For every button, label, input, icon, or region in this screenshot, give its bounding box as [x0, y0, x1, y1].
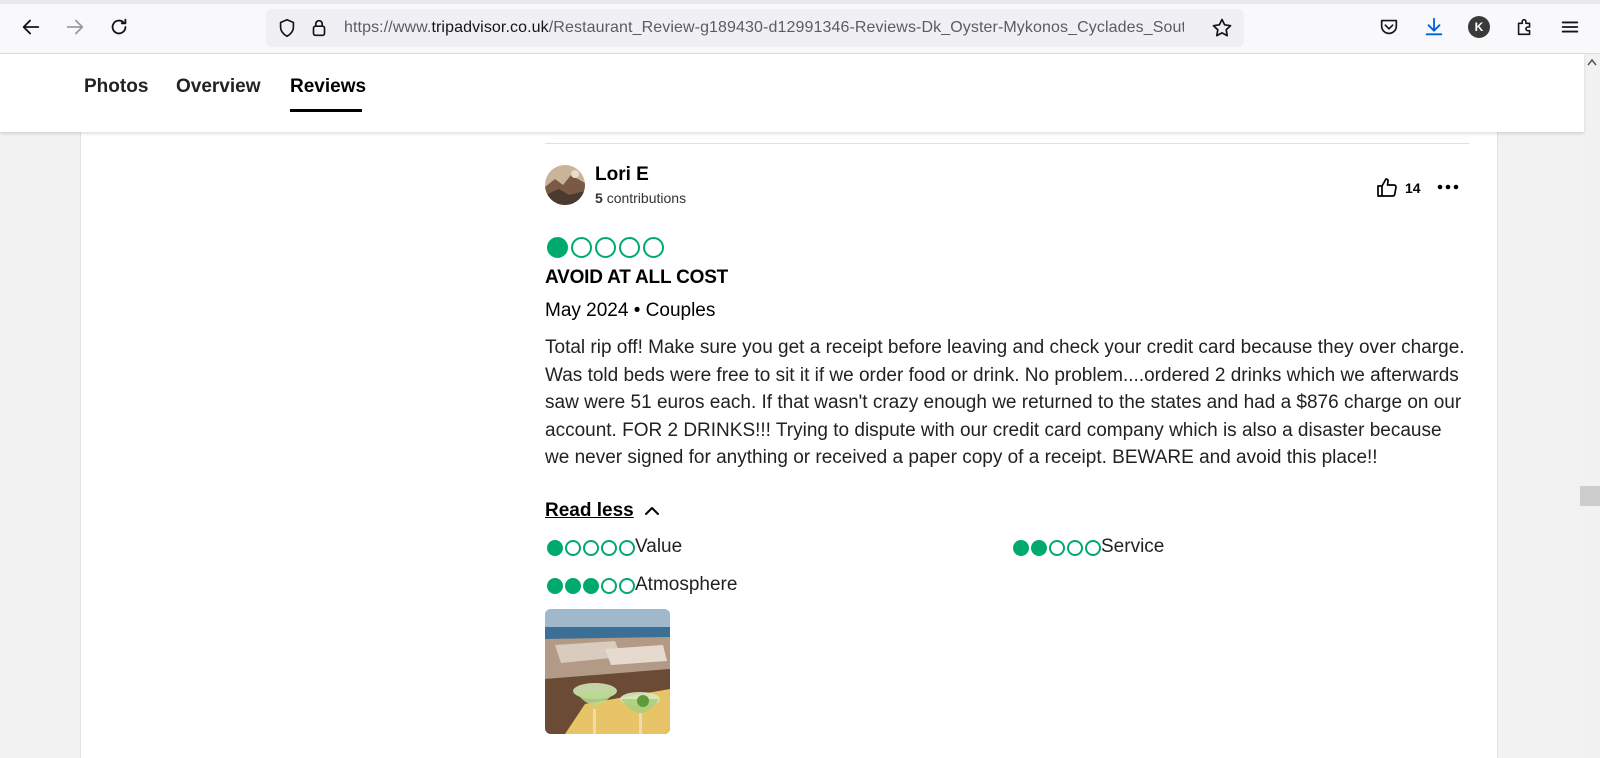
url-host: tripadvisor.co.uk — [431, 19, 549, 36]
service-rating-bubbles — [1013, 540, 1101, 556]
reload-icon — [111, 18, 127, 35]
contributions-number: 5 — [595, 190, 603, 206]
read-less-button[interactable]: Read less — [545, 500, 662, 522]
empty-rating-bubble — [601, 540, 617, 556]
pocket-icon — [1380, 19, 1398, 35]
empty-rating-bubble — [595, 237, 616, 258]
browser-toolbar: https://www.tripadvisor.co.uk/Restaurant… — [0, 0, 1600, 54]
tab-photos[interactable]: Photos — [84, 76, 148, 98]
filled-rating-bubble — [583, 578, 599, 594]
downloads-button[interactable] — [1421, 14, 1447, 40]
url-prefix: https://www. — [344, 19, 432, 36]
thumbs-up-icon — [1377, 178, 1397, 197]
contributions-label: contributions — [606, 190, 687, 206]
puzzle-piece-icon — [1517, 18, 1531, 36]
bookmark-star-icon[interactable] — [1210, 16, 1234, 40]
empty-rating-bubble — [1067, 540, 1083, 556]
empty-rating-bubble — [619, 540, 635, 556]
reviewer-avatar[interactable] — [545, 165, 585, 205]
contributions-count: 5 contributions — [595, 190, 686, 206]
ellipsis-icon — [1437, 184, 1459, 190]
filled-rating-bubble — [1031, 540, 1047, 556]
value-rating-bubbles — [547, 540, 635, 556]
overall-rating-bubbles — [547, 237, 664, 258]
forward-arrow-icon — [66, 19, 84, 35]
empty-rating-bubble — [565, 540, 581, 556]
read-less-label: Read less — [545, 500, 634, 521]
url-text[interactable]: https://www.tripadvisor.co.uk/Restaurant… — [344, 19, 1184, 37]
reload-button[interactable] — [104, 12, 134, 42]
filled-rating-bubble — [547, 578, 563, 594]
back-button[interactable] — [16, 12, 46, 42]
chevron-up-icon — [644, 507, 659, 515]
empty-rating-bubble — [571, 237, 592, 258]
scrollbar-thumb[interactable] — [1580, 486, 1600, 506]
cocktail-photo — [545, 609, 670, 734]
service-rating-label: Service — [1101, 536, 1165, 557]
empty-rating-bubble — [601, 578, 617, 594]
review-photo-thumbnail[interactable] — [545, 609, 670, 734]
forward-button[interactable] — [60, 12, 90, 42]
active-tab-underline — [290, 109, 362, 112]
value-rating-label: Value — [635, 536, 683, 557]
helpful-count: 14 — [1405, 180, 1421, 196]
filled-rating-bubble — [547, 237, 568, 258]
url-path: /Restaurant_Review-g189430-d12991346-Rev… — [548, 19, 1184, 36]
empty-rating-bubble — [619, 578, 635, 594]
trip-date-and-type: May 2024 • Couples — [545, 300, 716, 321]
tab-strip — [0, 0, 1600, 4]
empty-rating-bubble — [583, 540, 599, 556]
extensions-button[interactable] — [1512, 14, 1538, 40]
address-bar[interactable]: https://www.tripadvisor.co.uk/Restaurant… — [266, 9, 1244, 47]
tracking-protection-shield-icon[interactable] — [276, 17, 298, 39]
atmosphere-rating-label: Atmosphere — [635, 574, 738, 595]
back-arrow-icon — [22, 19, 40, 35]
scroll-up-arrow-icon[interactable] — [1587, 58, 1597, 66]
review-title: AVOID AT ALL COST — [545, 267, 729, 288]
empty-rating-bubble — [619, 237, 640, 258]
empty-rating-bubble — [1049, 540, 1065, 556]
atmosphere-rating-bubbles — [547, 578, 635, 594]
review-body: Total rip off! Make sure you get a recei… — [545, 337, 1465, 468]
pocket-button[interactable] — [1376, 14, 1402, 40]
filled-rating-bubble — [565, 578, 581, 594]
hamburger-menu-icon — [1561, 21, 1579, 33]
filled-rating-bubble — [1013, 540, 1029, 556]
sticky-tab-nav: Photos Overview Reviews — [0, 54, 1584, 132]
profile-avatar: K — [1468, 16, 1490, 38]
review-divider — [545, 143, 1469, 144]
filled-rating-bubble — [547, 540, 563, 556]
account-button[interactable]: K — [1466, 14, 1492, 40]
empty-rating-bubble — [1085, 540, 1101, 556]
page-scrollbar[interactable] — [1584, 54, 1600, 758]
download-icon — [1425, 17, 1443, 36]
helpful-vote-button[interactable]: 14 — [1375, 176, 1421, 200]
reviewer-avatar-image — [545, 165, 585, 205]
more-options-button[interactable] — [1436, 174, 1460, 196]
reviewer-name[interactable]: Lori E — [595, 164, 649, 186]
tab-overview[interactable]: Overview — [176, 76, 261, 98]
menu-button[interactable] — [1557, 14, 1583, 40]
empty-rating-bubble — [643, 237, 664, 258]
lock-icon[interactable] — [308, 17, 330, 39]
tab-reviews[interactable]: Reviews — [290, 76, 366, 98]
